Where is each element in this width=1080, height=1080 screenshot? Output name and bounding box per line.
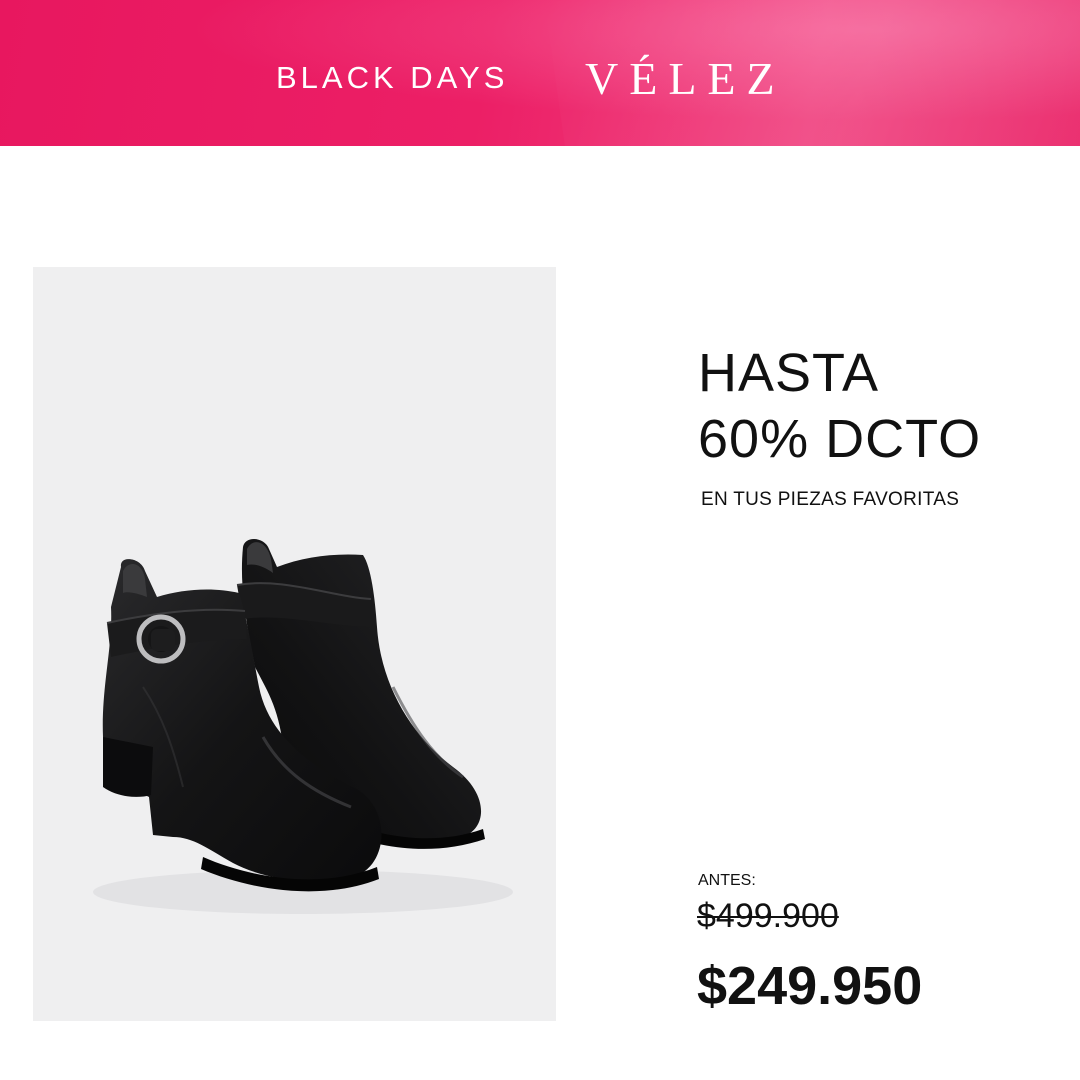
before-price-label: ANTES: — [698, 872, 756, 889]
top-banner: BLACK DAYS VÉLEZ — [0, 0, 1080, 146]
promo-headline-line1: HASTA — [698, 343, 880, 403]
promo-headline-line2: 60% DCTO — [698, 409, 982, 469]
promo-subtitle: EN TUS PIEZAS FAVORITAS — [701, 489, 960, 510]
ankle-boots-illustration — [93, 538, 513, 914]
original-price: $499.900 — [697, 897, 839, 935]
brand-logo: VÉLEZ — [585, 53, 786, 104]
product-image — [33, 267, 556, 1021]
campaign-title: BLACK DAYS — [276, 60, 509, 95]
sale-price: $249.950 — [697, 956, 923, 1016]
